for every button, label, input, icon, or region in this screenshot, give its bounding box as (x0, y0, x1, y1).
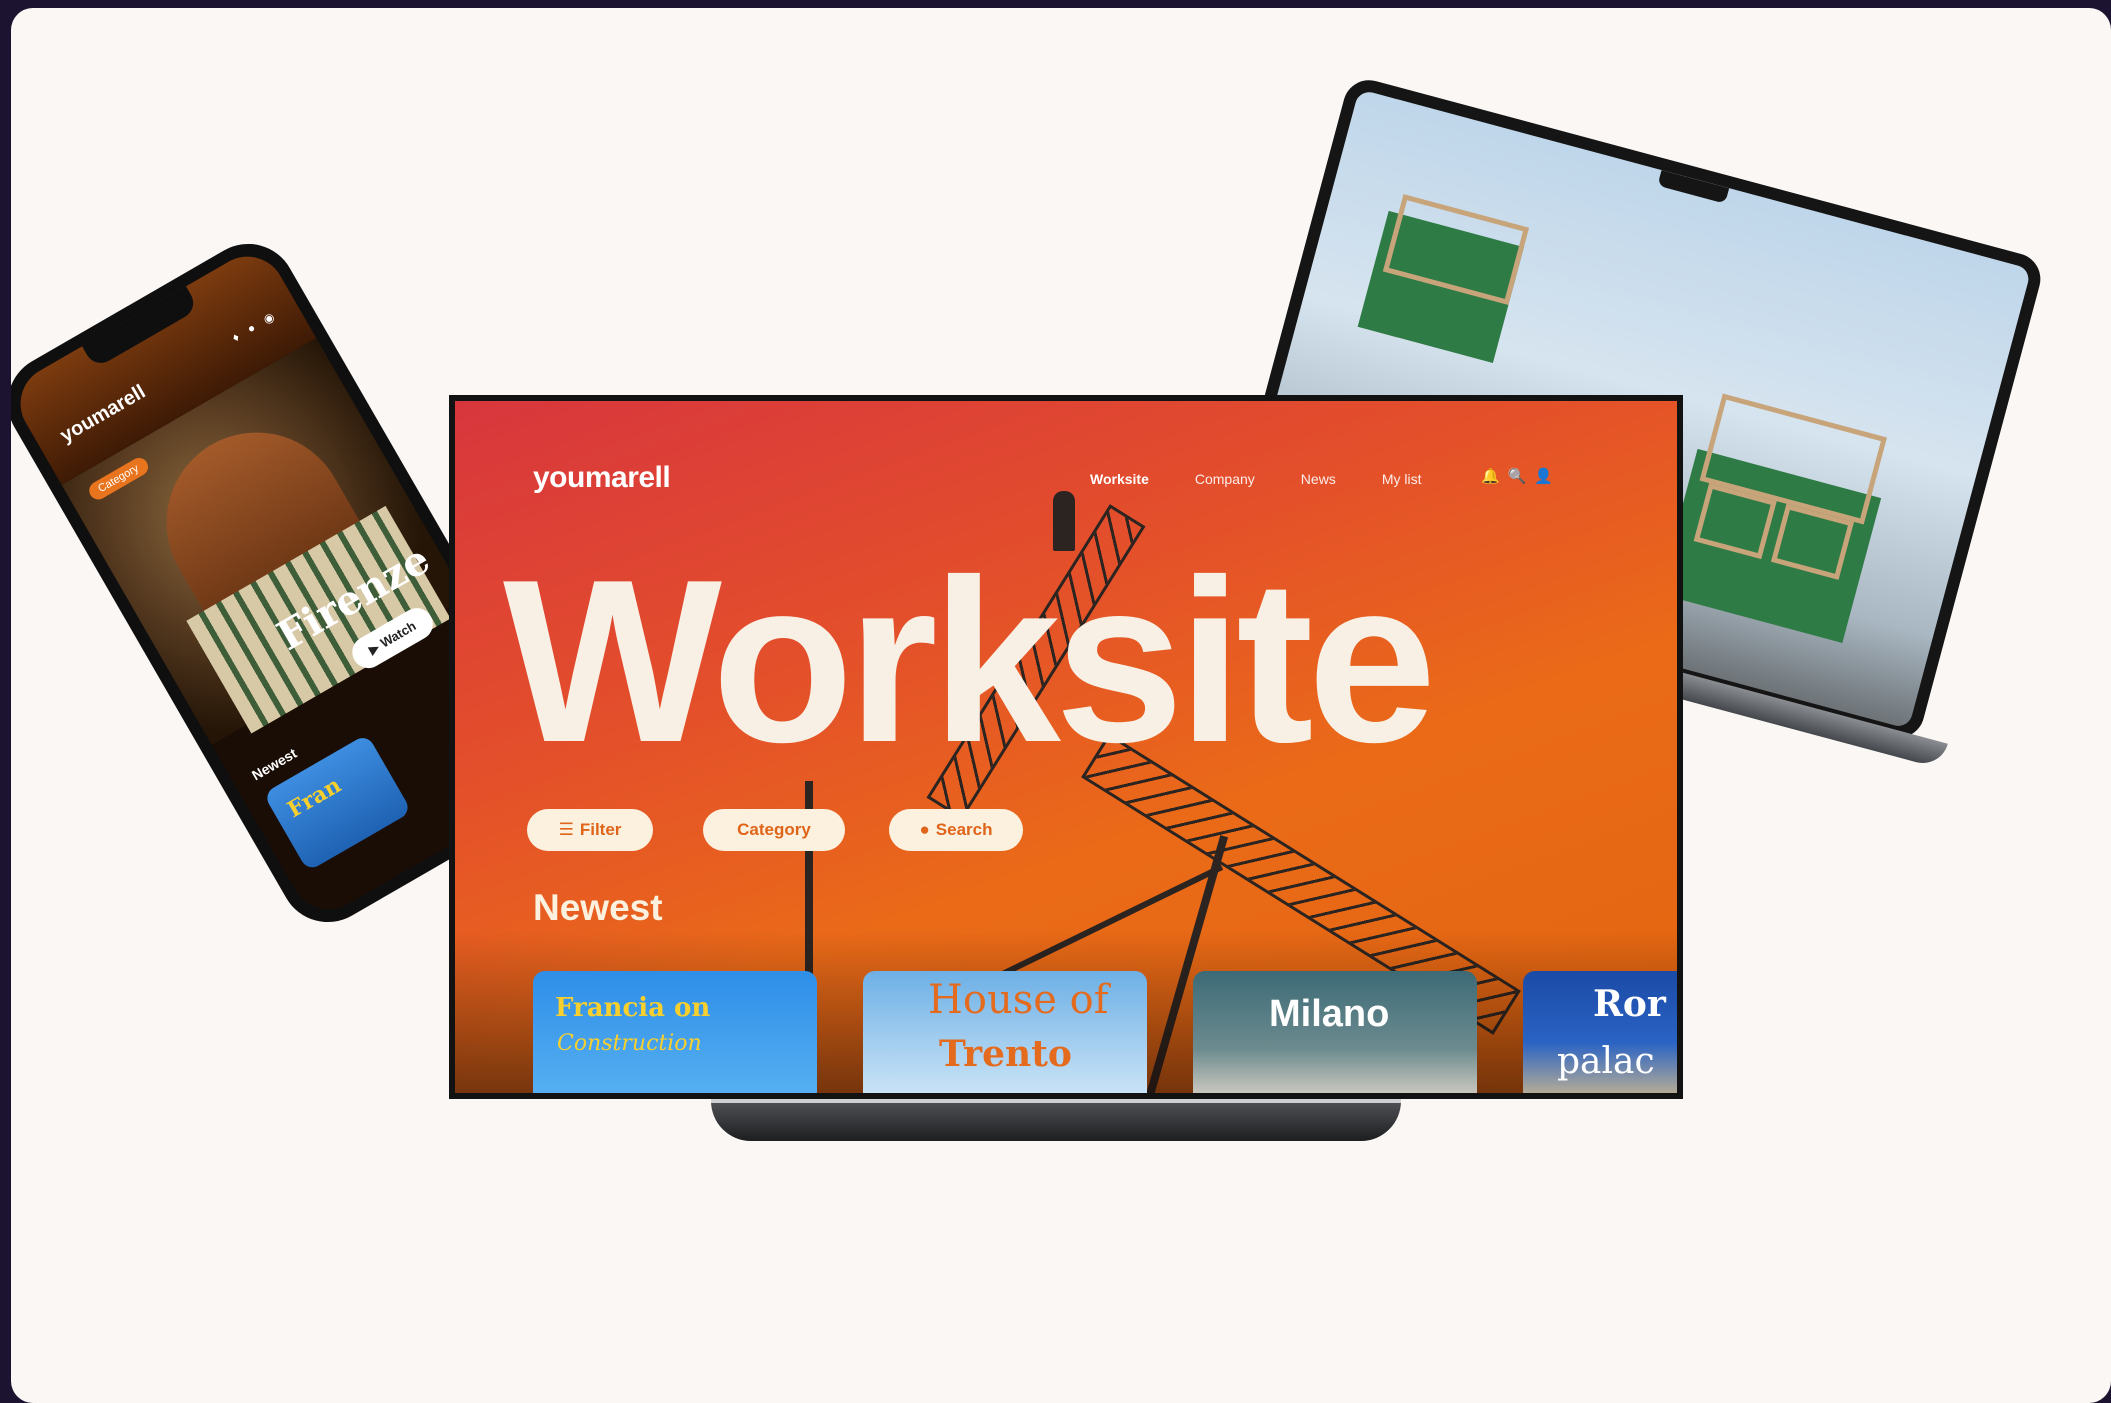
search-button[interactable]: ● Search (889, 809, 1023, 851)
nav-worksite[interactable]: Worksite (1090, 471, 1149, 487)
showcase-card: youmarell ♦ ● ◉ Category Firenze ▶ Watch… (11, 8, 2111, 1403)
phone-thumbnail-title: Fran (283, 772, 346, 824)
thumbnail-trento[interactable]: House of Trento (863, 971, 1147, 1093)
tv-device: youmarell Worksite Company News My list … (449, 395, 1683, 1099)
tv-logo[interactable]: youmarell (533, 461, 671, 495)
newest-heading: Newest (533, 887, 663, 928)
search-icon[interactable]: 🔍 (1508, 467, 1527, 485)
nav-company[interactable]: Company (1195, 471, 1255, 487)
thumbnail-title: Ror (1593, 983, 1666, 1025)
tv-filter-bar: ☰ Filter Category ● Search (527, 809, 1023, 851)
category-button[interactable]: Category (703, 809, 845, 851)
thumbnail-francia[interactable]: Francia on Construction (533, 971, 817, 1093)
tv-nav: Worksite Company News My list (1090, 471, 1421, 487)
thumbnail-title: Milano (1269, 993, 1390, 1035)
search-pill-icon: ● (919, 820, 930, 839)
thumbnail-subtitle: Construction (557, 1031, 702, 1056)
thumbnail-subtitle: Trento (939, 1033, 1072, 1075)
filter-label: Filter (579, 820, 622, 839)
filter-icon: ☰ (558, 820, 574, 839)
nav-news[interactable]: News (1301, 471, 1336, 487)
category-label: Category (737, 820, 811, 839)
nav-my-list[interactable]: My list (1382, 471, 1422, 487)
thumbnail-roma[interactable]: Ror palac (1523, 971, 1677, 1093)
tv-header-icons: 🔔 🔍 👤 (1481, 467, 1553, 485)
thumbnail-title: Francia on (555, 993, 711, 1023)
tv-screen: youmarell Worksite Company News My list … (455, 401, 1677, 1093)
hero-title: Worksite (503, 532, 1437, 791)
bell-icon[interactable]: 🔔 (1481, 467, 1500, 485)
user-icon[interactable]: 👤 (1534, 467, 1553, 485)
search-label: Search (935, 820, 993, 839)
laptop-notch (1657, 170, 1730, 204)
thumbnail-title: House of (928, 977, 1109, 1023)
filter-button[interactable]: ☰ Filter (527, 809, 653, 851)
thumbnail-milano[interactable]: Milano (1193, 971, 1477, 1093)
thumbnail-subtitle: palac (1557, 1041, 1655, 1082)
